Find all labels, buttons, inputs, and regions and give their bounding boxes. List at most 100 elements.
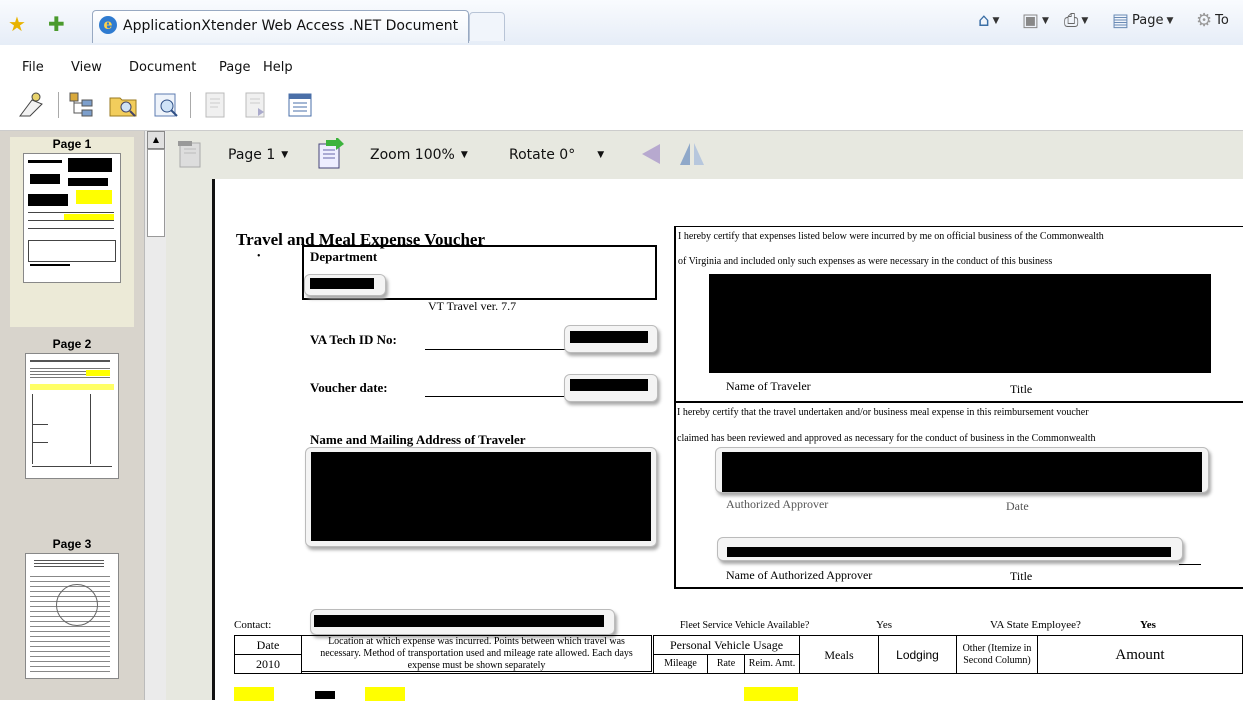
logout-icon[interactable] [16, 90, 46, 120]
rotate-select-value: Rotate 0° [509, 147, 576, 163]
name-of-traveler-label: Name of Traveler [726, 379, 811, 393]
scroll-up-icon[interactable]: ▲ [147, 131, 165, 149]
menu-page[interactable]: Page [219, 60, 250, 75]
chevron-down-icon: ▼ [1166, 15, 1174, 26]
viewer-toolbar: Page 1 ▼ Zoom 100% ▼ Rotate 0° ▼ [166, 131, 1243, 179]
flip-left-icon[interactable] [640, 142, 662, 166]
thumbnail-scrollbar[interactable]: ▲ [144, 131, 166, 700]
personal-vehicle-header: Personal Vehicle Usage [653, 635, 800, 655]
first-page-icon[interactable] [176, 139, 204, 169]
underline [425, 396, 565, 397]
voucher-date-label: Voucher date: [310, 380, 388, 395]
underline [1179, 564, 1201, 565]
browser-tab-active[interactable]: e ApplicationXtender Web Access .NET Doc… [92, 10, 469, 43]
contact-label: Contact: [234, 619, 272, 631]
zoom-select-value: Zoom 100% [370, 147, 455, 163]
highlight-mark [365, 687, 405, 701]
menu-document[interactable]: Document [129, 60, 196, 75]
text-fragment [315, 691, 335, 699]
redaction [727, 547, 1171, 557]
new-tab-button[interactable] [469, 12, 505, 41]
page-previous-icon[interactable] [200, 90, 230, 120]
year-cell: 2010 [234, 654, 302, 674]
state-employee-value: Yes [1140, 619, 1156, 631]
meals-header: Meals [799, 635, 879, 674]
home-icon: ⌂ [978, 10, 990, 31]
thumbnail-label: Page 1 [52, 137, 92, 151]
toolbar-separator [58, 92, 59, 118]
redaction [310, 278, 374, 289]
document-tree-icon[interactable] [66, 90, 96, 120]
document-search-icon[interactable] [151, 90, 181, 120]
thumbnail-image [25, 353, 119, 479]
feeds-button[interactable]: ▣ ▼ [1022, 10, 1049, 31]
tools-menu-label: To [1215, 13, 1229, 28]
mileage-header: Mileage [653, 654, 708, 674]
app-toolbar [0, 82, 1243, 131]
thumbnail-label: Page 3 [52, 537, 92, 551]
page-select[interactable]: Page 1 ▼ [228, 144, 288, 166]
location-header: Location at which expense was incurred. … [301, 635, 652, 672]
folder-search-icon[interactable] [108, 90, 138, 120]
ie-logo-icon: e [99, 16, 117, 34]
thumbnail-label: Page 2 [52, 337, 92, 351]
thumbnail-page-2[interactable]: Page 2 [10, 337, 134, 487]
certify-text-1a: I hereby certify that expenses listed be… [678, 231, 1104, 242]
chevron-down-icon: ▼ [460, 150, 468, 160]
menu-view[interactable]: View [71, 60, 102, 75]
tools-menu-button[interactable]: ⚙ To [1196, 10, 1229, 31]
fleet-value: Yes [876, 619, 893, 631]
name-address-label: Name and Mailing Address of Traveler [310, 432, 526, 447]
other-header: Other (Itemize in Second Column) [956, 635, 1038, 674]
redaction [570, 331, 648, 343]
document-viewer: Page 1 ▼ Zoom 100% ▼ Rotate 0° ▼ Travel and… [166, 131, 1243, 701]
redaction [314, 615, 604, 627]
redaction [570, 379, 648, 391]
thumbnail-page-3[interactable]: Page 3 [10, 537, 134, 687]
print-icon: ⎙ [1064, 10, 1079, 31]
highlight-mark [744, 687, 798, 701]
name-of-authorized-approver-label: Name of Authorized Approver [726, 568, 873, 582]
menu-file[interactable]: File [22, 60, 44, 75]
browser-toolbar: ★ ✚ e ApplicationXtender Web Access .NET… [0, 0, 1243, 46]
menu-help[interactable]: Help [263, 60, 293, 75]
version-label: VT Travel ver. 7.7 [428, 299, 517, 313]
go-page-icon[interactable] [316, 138, 344, 170]
vatech-id-label: VA Tech ID No: [310, 332, 397, 347]
highlight-mark [234, 687, 274, 701]
date-header: Date [234, 635, 302, 655]
redaction [722, 452, 1202, 492]
favorites-star-icon[interactable]: ★ [8, 12, 26, 36]
fleet-label: Fleet Service Vehicle Available? [680, 620, 810, 631]
state-employee-label: VA State Employee? [990, 619, 1081, 631]
rotate-select[interactable]: Rotate 0° ▼ [509, 144, 604, 166]
divider [674, 401, 1243, 403]
home-button[interactable]: ⌂ ▼ [978, 10, 999, 31]
rate-header: Rate [707, 654, 745, 674]
department-label: Department [310, 249, 378, 264]
lodging-header: Lodging [878, 635, 957, 674]
thumbnail-page-1[interactable]: Page 1 [10, 137, 134, 327]
menu-bar: File View Document Page Help [0, 45, 1243, 82]
chevron-down-icon: ▼ [281, 150, 289, 160]
mirror-icon[interactable] [678, 141, 706, 167]
page-select-value: Page 1 [228, 147, 276, 163]
page-menu-button[interactable]: ▤ Page ▼ [1112, 10, 1173, 31]
add-favorites-icon[interactable]: ✚ [48, 12, 65, 36]
title-label-1: Title [1010, 382, 1033, 396]
rss-feed-icon: ▣ [1022, 10, 1040, 31]
print-button[interactable]: ⎙ ▼ [1064, 10, 1088, 31]
chevron-down-icon: ▼ [992, 15, 1000, 26]
scrollbar-thumb[interactable] [147, 149, 165, 237]
reim-amt-header: Reim. Amt. [744, 654, 800, 674]
page-next-icon[interactable] [240, 90, 270, 120]
gear-icon: ⚙ [1196, 10, 1213, 31]
thumbnail-pane: Page 1 Page 2 Page 3 [0, 131, 144, 700]
zoom-select[interactable]: Zoom 100% ▼ [370, 144, 468, 166]
bullet-mark: • [257, 251, 261, 262]
redaction [311, 452, 651, 541]
amount-header: Amount [1037, 635, 1243, 674]
certify-text-2b: claimed has been reviewed and approved a… [677, 433, 1096, 444]
thumbnail-image [25, 553, 119, 679]
list-view-icon[interactable] [285, 90, 315, 120]
